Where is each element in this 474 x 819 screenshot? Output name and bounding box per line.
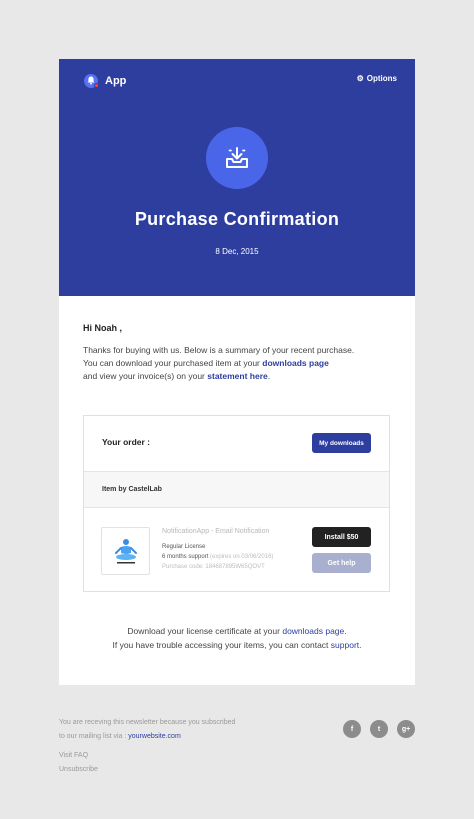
closing-line-2: If you have trouble accessing your items…: [112, 640, 329, 650]
my-downloads-button[interactable]: My downloads: [312, 433, 371, 453]
hero-banner: App ⚙ Options Purchase Confirmation 8 De…: [59, 59, 415, 296]
download-tray-icon: [206, 127, 268, 189]
product-support: 6 months support (expires on 03/06/2016): [162, 554, 273, 560]
bell-icon: [84, 74, 99, 88]
closing-period-2: .: [359, 640, 362, 650]
social-links: f t g+: [343, 720, 424, 738]
purchase-date: 8 Dec, 2015: [215, 247, 259, 256]
intro-text: Thanks for buying with us. Below is a su…: [83, 344, 393, 383]
unsubscribe-link[interactable]: Unsubscribe: [59, 766, 98, 773]
statement-link[interactable]: statement here: [207, 371, 267, 381]
product-license: Regular License: [162, 544, 206, 550]
downloads-page-link[interactable]: downloads page: [262, 358, 329, 368]
seller-label: Item by CastelLab: [102, 486, 162, 493]
intro-line-2: You can download your purchased item at …: [83, 358, 260, 368]
product-thumbnail[interactable]: [101, 527, 150, 575]
get-help-button[interactable]: Get help: [312, 553, 371, 573]
visit-faq-link[interactable]: Visit FAQ: [59, 752, 88, 759]
support-link[interactable]: support: [331, 640, 359, 650]
options-label: Options: [366, 74, 397, 83]
twitter-icon[interactable]: t: [370, 720, 388, 738]
email-card: App ⚙ Options Purchase Confirmation 8 De…: [59, 59, 415, 685]
options-button[interactable]: ⚙ Options: [357, 74, 397, 83]
notification-dot: [94, 83, 99, 88]
closing-line-1: Download your license certificate at you…: [127, 626, 280, 636]
closing-text: Download your license certificate at you…: [59, 624, 415, 652]
greeting: Hi Noah ,: [83, 323, 123, 333]
intro-period: .: [267, 371, 271, 381]
intro-line-3: and view your invoice(s) on your: [83, 371, 205, 381]
order-header: Your order : My downloads: [84, 416, 389, 472]
product-name: NotificationApp - Email Notification: [162, 528, 270, 535]
closing-period-1: .: [344, 626, 347, 636]
footer-line-2: to our mailing list via :: [59, 733, 127, 740]
install-button[interactable]: Install $50: [312, 527, 371, 547]
support-duration: 6 months support: [162, 554, 209, 560]
purchase-code: Purchase code: 184687895W65QOVT: [162, 564, 265, 570]
closing-downloads-link[interactable]: downloads page: [282, 626, 344, 636]
meditation-figure-icon: [114, 539, 137, 564]
intro-line-1: Thanks for buying with us. Below is a su…: [83, 345, 355, 355]
footer-notice: You are receving this newsletter because…: [59, 716, 289, 744]
google-plus-icon[interactable]: g+: [397, 720, 415, 738]
order-title: Your order :: [102, 437, 151, 447]
support-expiry: (expires on 03/06/2016): [210, 554, 274, 560]
app-name: App: [105, 75, 127, 87]
facebook-icon[interactable]: f: [343, 720, 361, 738]
gear-icon: ⚙: [356, 74, 364, 83]
website-link[interactable]: yourwebsite.com: [128, 733, 181, 740]
footer-line-1: You are receving this newsletter because…: [59, 719, 236, 726]
order-summary: Your order : My downloads Item by Castel…: [83, 415, 390, 592]
page-title: Purchase Confirmation: [134, 209, 340, 229]
seller-row: Item by CastelLab: [84, 472, 389, 508]
brand[interactable]: App: [84, 73, 126, 89]
